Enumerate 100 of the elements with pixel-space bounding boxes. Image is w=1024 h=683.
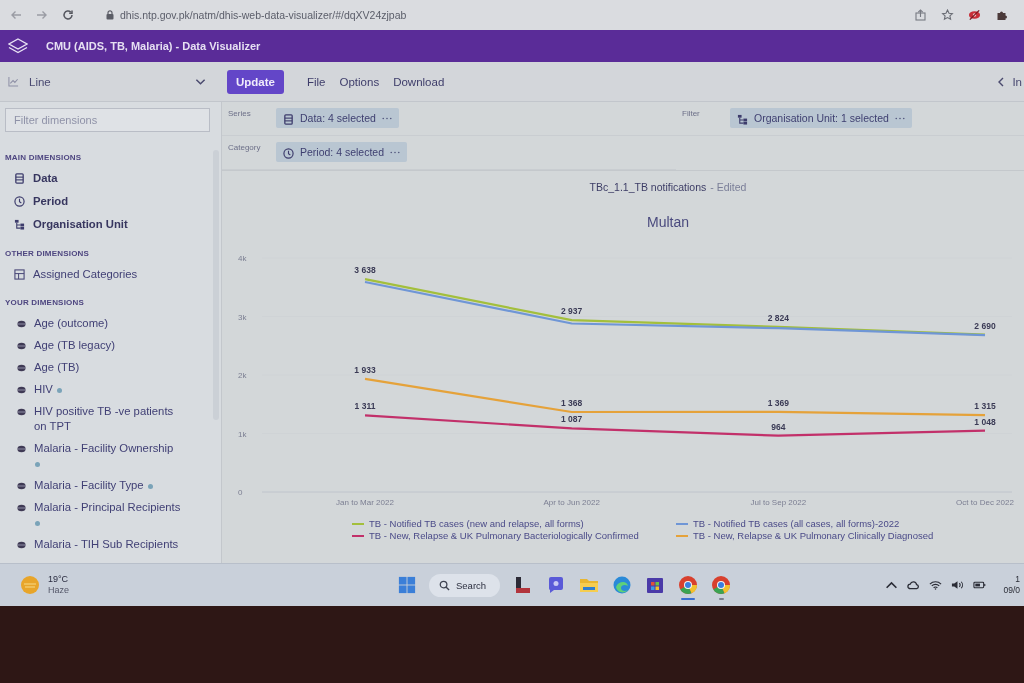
- dimension-item[interactable]: Age (outcome): [34, 316, 181, 331]
- data-label: 1 048: [974, 416, 996, 427]
- interpretations-toggle[interactable]: In: [992, 71, 1024, 92]
- dimension-item[interactable]: Assigned Categories: [33, 267, 180, 282]
- axis-tick-label: Apr to Jun 2022: [543, 498, 600, 507]
- clock-icon: [283, 147, 294, 159]
- dimension-item[interactable]: Data: [33, 171, 195, 186]
- search-icon: [439, 579, 450, 591]
- dimension-item[interactable]: HIV: [34, 382, 181, 397]
- clock-time[interactable]: 1: [1015, 574, 1020, 585]
- dimension-icon: [17, 445, 26, 453]
- database-icon: [14, 173, 25, 184]
- dimension-chip[interactable]: Organisation Unit: 1 selected: [730, 108, 912, 128]
- table-icon: [14, 269, 25, 280]
- axis-tick-label: Oct to Dec 2022: [956, 498, 1014, 507]
- back-icon[interactable]: [10, 9, 22, 21]
- dimension-item[interactable]: Age (TB): [34, 360, 181, 375]
- puzzle-icon[interactable]: [995, 9, 1008, 21]
- section-heading: YOUR DIMENSIONS: [5, 298, 85, 307]
- axis-label: Series: [228, 109, 252, 118]
- dimension-item[interactable]: Age (TB legacy): [34, 338, 181, 353]
- data-label: 1 311: [354, 401, 376, 412]
- clock-date[interactable]: 09/0: [1003, 585, 1020, 596]
- data-label: 1 933: [354, 364, 376, 375]
- eye-slash-icon[interactable]: [968, 9, 981, 21]
- dimension-item[interactable]: Period: [33, 194, 195, 209]
- lock-icon: [106, 10, 114, 20]
- wave-icon[interactable]: [612, 575, 633, 595]
- section-heading: MAIN DIMENSIONS: [5, 153, 83, 162]
- data-label: 1 369: [767, 397, 789, 408]
- dimension-item[interactable]: HIV positive TB -ve patients on TPT: [34, 404, 181, 434]
- dimension-item[interactable]: Organisation Unit: [33, 217, 195, 232]
- hierarchy-icon: [14, 219, 25, 230]
- browser-icon[interactable]: [711, 575, 732, 595]
- axis-label: Category: [228, 143, 262, 152]
- speaker-icon[interactable]: [951, 580, 965, 590]
- legend-label[interactable]: TB - Notified TB cases (new and relapse, all forms): [369, 518, 584, 529]
- data-label: 2 937: [561, 306, 583, 317]
- filter-input[interactable]: Filter dimensions: [5, 108, 210, 132]
- reload-icon[interactable]: [62, 9, 74, 21]
- chevron-up-icon[interactable]: [885, 580, 899, 590]
- star-icon[interactable]: [941, 9, 954, 21]
- axis-tick-label: 0: [238, 488, 243, 497]
- more-icon[interactable]: [390, 150, 401, 154]
- app-title: CMU (AIDS, TB, Malaria) - Data Visualizer: [46, 40, 261, 52]
- dimension-icon: [17, 342, 26, 350]
- axis-tick-label: 4k: [238, 254, 247, 263]
- data-label: 2 690: [974, 320, 996, 331]
- share-icon[interactable]: [914, 9, 927, 21]
- dimension-icon: [17, 504, 26, 512]
- dimension-icon: [17, 386, 26, 394]
- database-icon: [283, 113, 294, 125]
- data-label: 2 824: [767, 312, 789, 323]
- app-logo-icon: [8, 38, 28, 54]
- store-icon[interactable]: [645, 575, 666, 595]
- dimension-icon: [17, 408, 26, 416]
- dimension-icon: [17, 364, 26, 372]
- more-icon[interactable]: [894, 116, 905, 120]
- menu-button[interactable]: Download: [388, 69, 450, 94]
- more-icon[interactable]: [381, 116, 392, 120]
- legend-label[interactable]: TB - New, Relapse & UK Pulmonary Clinically Diagnosed: [693, 530, 934, 541]
- cloud-icon[interactable]: [907, 580, 921, 590]
- wifi-icon[interactable]: [929, 580, 943, 590]
- legend-label[interactable]: TB - Notified TB cases (all cases, all forms)-2022: [693, 518, 900, 529]
- dimension-icon: [17, 541, 26, 549]
- taskbar-search[interactable]: Search: [429, 573, 501, 597]
- menu-button[interactable]: Options: [334, 69, 385, 94]
- chart-subtitle: Multan: [647, 214, 689, 230]
- data-label: 964: [771, 421, 786, 432]
- legend-label[interactable]: TB - New, Relapse & UK Pulmonary Bacteriologically Confirmed: [369, 530, 639, 541]
- update-button[interactable]: Update: [227, 69, 284, 94]
- axis-tick-label: 1k: [238, 429, 247, 439]
- dimension-item[interactable]: Malaria - Principal Recipients: [34, 500, 181, 530]
- axis-tick-label: Jul to Sep 2022: [750, 498, 807, 507]
- dimension-item[interactable]: Malaria - Facility Type: [34, 478, 181, 493]
- data-label: 1 315: [974, 401, 996, 412]
- browser-icon[interactable]: [678, 575, 699, 595]
- visualization-type-select[interactable]: Line: [0, 66, 214, 97]
- dimension-item[interactable]: Malaria - Facility Ownership: [34, 441, 181, 471]
- temperature-text: 19°C: [48, 574, 69, 585]
- clock-icon: [14, 196, 25, 207]
- dimension-icon: [17, 482, 26, 490]
- start-icon[interactable]: [398, 576, 416, 594]
- data-label: 3 638: [354, 265, 376, 276]
- menu-button[interactable]: File: [302, 69, 331, 94]
- battery-icon[interactable]: [973, 580, 987, 590]
- forward-icon[interactable]: [36, 9, 48, 21]
- hierarchy-icon: [737, 113, 748, 125]
- chevron-left-icon: [998, 76, 1005, 87]
- dimension-chip[interactable]: Period: 4 selected: [276, 142, 408, 162]
- dimension-chip[interactable]: Data: 4 selected: [276, 108, 399, 128]
- chevron-down-icon: [195, 77, 206, 86]
- chart-title: TBc_1.1_TB notifications: [589, 181, 707, 193]
- axis-tick-label: 3k: [238, 312, 247, 322]
- data-label: 1 087: [561, 414, 583, 425]
- url-text[interactable]: dhis.ntp.gov.pk/natm/dhis-web-data-visualizer/#/dqXV24zjpab: [120, 9, 407, 21]
- edit-status: - Edited: [710, 181, 747, 193]
- data-label: 1 368: [561, 397, 583, 408]
- axis-tick-label: 2k: [238, 371, 247, 380]
- dimension-item[interactable]: Malaria - TIH Sub Recipients: [34, 537, 181, 552]
